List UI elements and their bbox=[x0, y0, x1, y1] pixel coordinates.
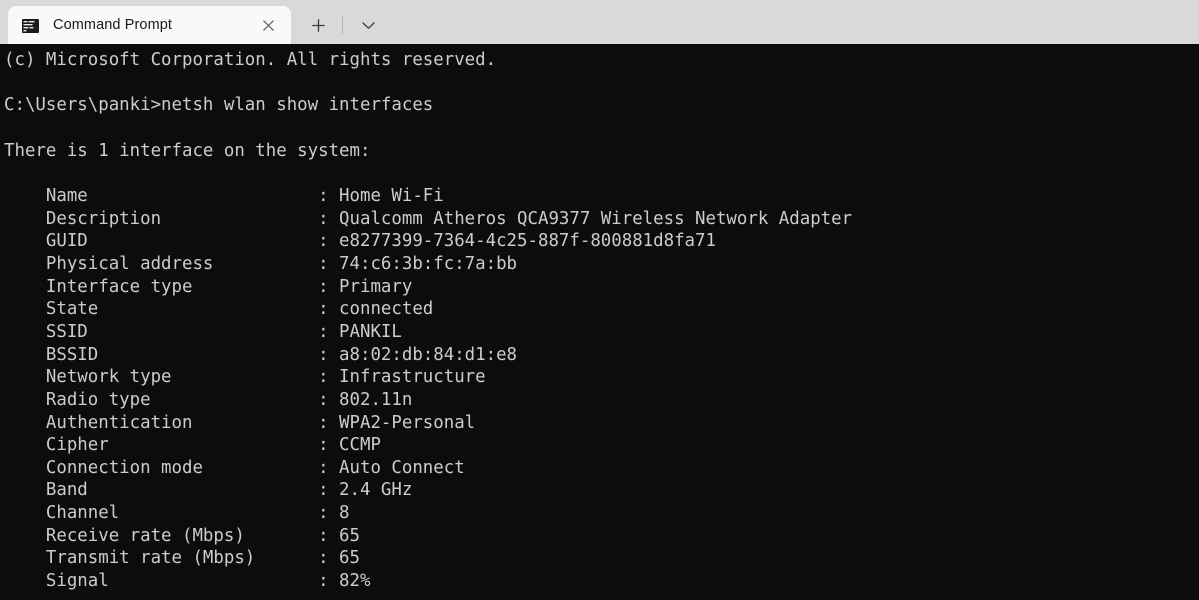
title-bar: Command Prompt bbox=[0, 0, 1199, 44]
terminal-surface[interactable]: (c) Microsoft Corporation. All rights re… bbox=[0, 44, 1199, 600]
property-row-name: Name : Home Wi-Fi bbox=[4, 185, 444, 206]
property-row-cipher: Cipher : CCMP bbox=[4, 435, 381, 456]
property-row-description: Description : Qualcomm Atheros QCA9377 W… bbox=[4, 208, 853, 229]
tab-command-prompt[interactable]: Command Prompt bbox=[8, 6, 291, 44]
property-row-signal: Signal : 82% bbox=[4, 571, 371, 592]
property-row-interface-type: Interface type : Primary bbox=[4, 276, 413, 297]
console-header-line-2: C:\Users\panki>netsh wlan show interface… bbox=[4, 95, 434, 116]
property-row-bssid: BSSID : a8:02:db:84:d1:e8 bbox=[4, 344, 518, 365]
property-row-guid: GUID : e8277399-7364-4c25-887f-800881d8f… bbox=[4, 231, 716, 252]
chevron-down-icon[interactable] bbox=[351, 10, 385, 40]
property-row-radio-type: Radio type : 802.11n bbox=[4, 389, 413, 410]
property-row-transmit-rate-mbps: Transmit rate (Mbps) : 65 bbox=[4, 548, 360, 569]
new-tab-button[interactable] bbox=[301, 10, 335, 40]
property-row-channel: Channel : 8 bbox=[4, 503, 350, 524]
property-row-state: State : connected bbox=[4, 299, 434, 320]
console-header-line-0: (c) Microsoft Corporation. All rights re… bbox=[4, 50, 497, 70]
property-row-connection-mode: Connection mode : Auto Connect bbox=[4, 457, 465, 478]
property-row-receive-rate-mbps: Receive rate (Mbps) : 65 bbox=[4, 525, 360, 546]
property-row-band: Band : 2.4 GHz bbox=[4, 480, 413, 501]
console-header-line-4: There is 1 interface on the system: bbox=[4, 140, 371, 161]
property-row-network-type: Network type : Infrastructure bbox=[4, 367, 486, 388]
console-output: (c) Microsoft Corporation. All rights re… bbox=[4, 49, 1199, 593]
tab-label: Command Prompt bbox=[53, 17, 173, 33]
property-row-ssid: SSID : PANKIL bbox=[4, 321, 402, 342]
toolbar-divider bbox=[342, 16, 343, 34]
close-icon[interactable] bbox=[253, 11, 283, 39]
console-icon bbox=[22, 18, 39, 33]
property-row-physical-address: Physical address : 74:c6:3b:fc:7a:bb bbox=[4, 253, 518, 274]
property-row-authentication: Authentication : WPA2-Personal bbox=[4, 412, 476, 433]
tab-strip: Command Prompt bbox=[0, 0, 291, 44]
